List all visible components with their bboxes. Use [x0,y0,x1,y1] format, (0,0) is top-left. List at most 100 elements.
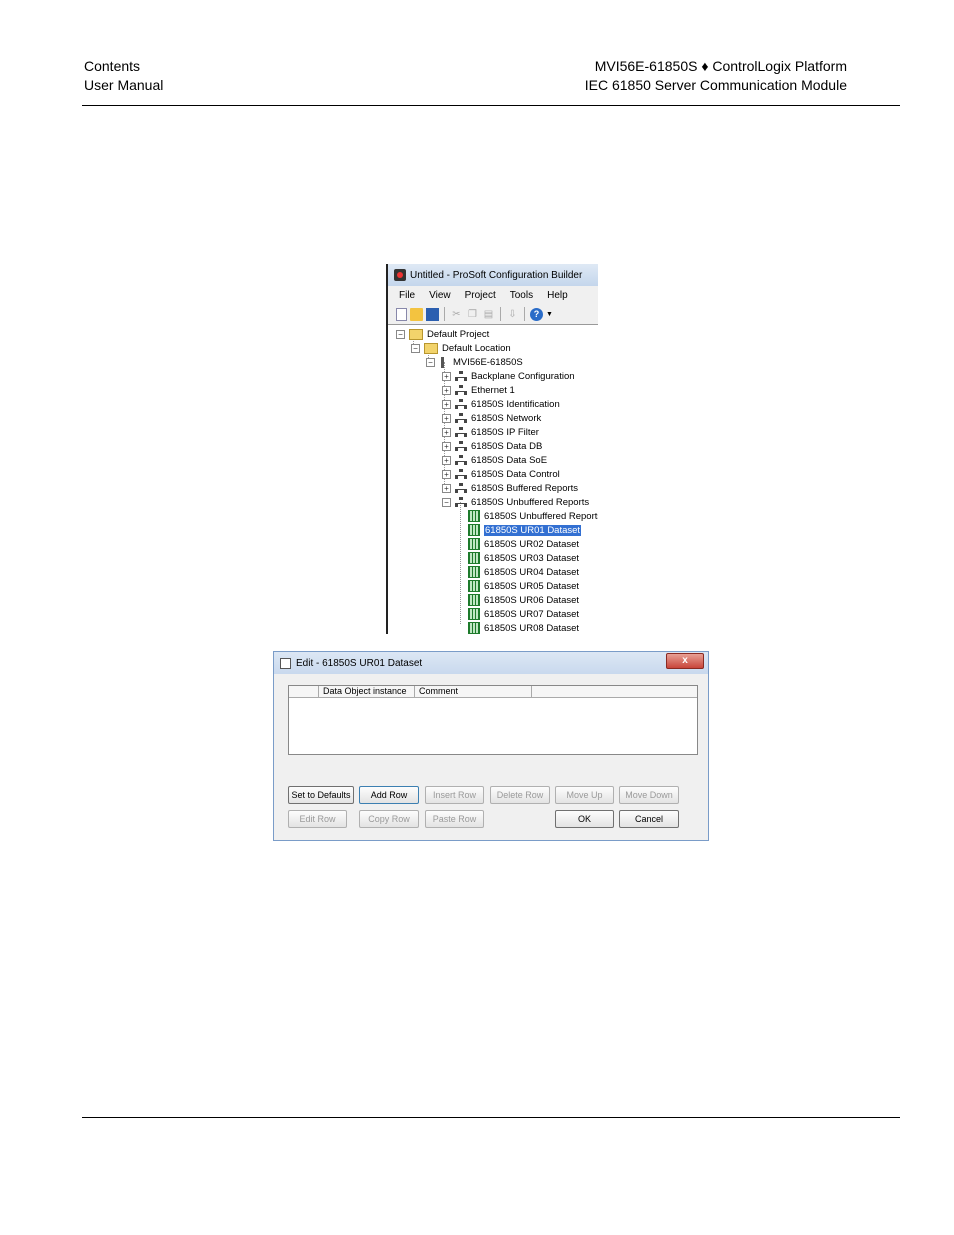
expand-icon[interactable]: + [442,427,451,437]
header-section: Contents [84,58,141,74]
collapse-icon[interactable]: − [396,329,405,339]
copy-row-button[interactable]: Copy Row [359,810,419,828]
open-folder-icon[interactable] [410,307,423,321]
ok-button[interactable]: OK [555,810,614,828]
help-icon[interactable]: ? [530,307,543,321]
expand-icon[interactable]: + [442,483,451,493]
network-icon [455,469,467,479]
tree-node-ur-reports[interactable]: 61850S Unbuffered Reports [468,509,598,523]
tree-node-data-control[interactable]: +61850S Data Control [442,467,560,481]
tree-node-network[interactable]: +61850S Network [442,411,541,425]
tree-node-ur01[interactable]: 61850S UR01 Dataset [468,523,582,537]
dataset-grid[interactable]: Data Object instance Comment [288,685,698,755]
cancel-button[interactable]: Cancel [619,810,679,828]
tree-label: 61850S UR06 Dataset [484,594,580,606]
expand-icon[interactable]: + [442,385,451,395]
save-icon[interactable] [426,307,439,321]
network-icon [455,455,467,465]
add-row-button[interactable]: Add Row [359,786,419,804]
expand-icon[interactable]: + [442,399,451,409]
tree-node-ur07[interactable]: 61850S UR07 Dataset [468,607,579,621]
collapse-icon[interactable]: − [442,497,451,507]
grid-icon [468,552,480,564]
menu-help[interactable]: Help [540,290,575,301]
set-to-defaults-button[interactable]: Set to Defaults [288,786,354,804]
download-icon[interactable]: ⇩ [506,308,519,321]
menu-view[interactable]: View [422,290,458,301]
pcb-title-bar: Untitled - ProSoft Configuration Builder [388,264,598,286]
tree-node-buffered-reports[interactable]: +61850S Buffered Reports [442,481,578,495]
close-button[interactable]: x [666,653,704,669]
expand-icon[interactable]: + [442,371,451,381]
tree-label: Default Project [427,328,490,340]
expand-icon[interactable]: + [442,413,451,423]
copy-icon[interactable]: ❐ [466,308,479,321]
paste-row-button[interactable]: Paste Row [425,810,484,828]
tree-node-data-soe[interactable]: +61850S Data SoE [442,453,547,467]
folder-icon [409,328,423,340]
tree-node-ur02[interactable]: 61850S UR02 Dataset [468,537,579,551]
tree-label: Default Location [442,342,511,354]
tree-label: 61850S Identification [471,398,560,410]
tree-node-project[interactable]: − Default Project [396,327,489,341]
grid-icon [468,608,480,620]
dialog-title-bar: Edit - 61850S UR01 Dataset x [274,652,708,674]
grid-icon [468,566,480,578]
new-file-icon[interactable] [396,307,407,321]
header-right: MVI56E-61850S ♦ ControlLogix Platform IE… [585,57,847,95]
network-icon [455,399,467,409]
insert-row-button[interactable]: Insert Row [425,786,484,804]
tree-label: 61850S Data SoE [471,454,548,466]
tree-label: 61850S UR03 Dataset [484,552,580,564]
tree-label: 61850S Unbuffered Reports [471,496,590,508]
network-icon [455,371,467,381]
move-down-button[interactable]: Move Down [619,786,679,804]
tree-node-ip-filter[interactable]: +61850S IP Filter [442,425,539,439]
delete-row-button[interactable]: Delete Row [490,786,550,804]
dropdown-arrow-icon[interactable]: ▼ [546,308,553,321]
network-icon [455,385,467,395]
expand-icon[interactable]: + [442,469,451,479]
tree-label: 61850S UR08 Dataset [484,622,580,634]
module-icon [441,356,444,368]
expand-icon[interactable]: + [442,455,451,465]
paste-icon[interactable]: ▤ [482,308,495,321]
edit-row-button[interactable]: Edit Row [288,810,347,828]
tree-node-ur04[interactable]: 61850S UR04 Dataset [468,565,579,579]
menu-project[interactable]: Project [458,290,503,301]
header-subtitle: IEC 61850 Server Communication Module [584,77,847,93]
tree-node-unbuffered-reports[interactable]: − 61850S Unbuffered Reports [442,495,589,509]
network-icon [455,413,467,423]
tree-node-ur08[interactable]: 61850S UR08 Dataset [468,621,579,634]
tree-label: Backplane Configuration [471,370,575,382]
grid-header-data-object[interactable]: Data Object instance [319,686,415,697]
network-icon [455,427,467,437]
tree-label: 61850S Network [471,412,542,424]
tree-node-backplane[interactable]: + Backplane Configuration [442,369,575,383]
grid-header: Data Object instance Comment [289,686,697,698]
move-up-button[interactable]: Move Up [555,786,614,804]
cut-icon[interactable]: ✂ [450,308,463,321]
network-icon [455,497,467,507]
tree-node-module[interactable]: − MVI56E-61850S [426,355,523,369]
collapse-icon[interactable]: − [411,343,420,353]
dialog-title: Edit - 61850S UR01 Dataset [296,657,423,669]
grid-header-filler [532,686,697,697]
tree-label: 61850S Buffered Reports [471,482,579,494]
tree-node-location[interactable]: − Default Location [411,341,511,355]
expand-icon[interactable]: + [442,441,451,451]
tree-node-identification[interactable]: +61850S Identification [442,397,560,411]
tree-label: MVI56E-61850S [453,356,523,368]
tree-node-ur06[interactable]: 61850S UR06 Dataset [468,593,579,607]
tree-node-ethernet[interactable]: + Ethernet 1 [442,383,515,397]
toolbar-separator [524,307,525,321]
menu-file[interactable]: File [392,290,422,301]
tree-label: Ethernet 1 [471,384,515,396]
tree-node-data-db[interactable]: +61850S Data DB [442,439,542,453]
collapse-icon[interactable]: − [426,357,435,367]
grid-header-comment[interactable]: Comment [415,686,532,697]
grid-header-index[interactable] [289,686,319,697]
tree-node-ur03[interactable]: 61850S UR03 Dataset [468,551,579,565]
menu-tools[interactable]: Tools [503,290,540,301]
tree-node-ur05[interactable]: 61850S UR05 Dataset [468,579,579,593]
